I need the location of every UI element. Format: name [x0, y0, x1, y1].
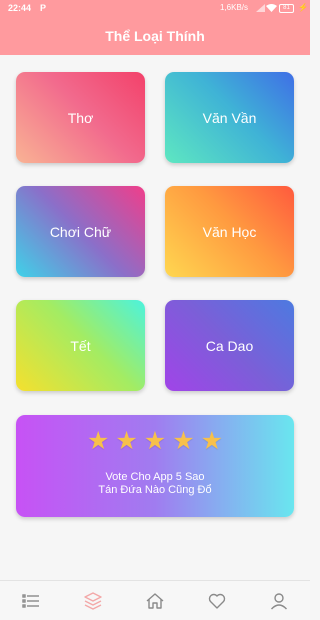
star-icon: ★ [115, 427, 138, 455]
category-tile-tet[interactable]: Tết [16, 300, 145, 391]
category-label: Ca Dao [205, 337, 254, 354]
category-tile-van-van[interactable]: Văn Vần [165, 72, 294, 163]
category-label: Thơ [67, 109, 94, 126]
category-tile-tho[interactable]: Thơ [16, 72, 145, 163]
nav-list[interactable] [0, 581, 62, 620]
bottom-nav [0, 580, 310, 620]
rate-app-text: Vote Cho App 5 Sao Tán Đứa Nào Cũng Đổ [16, 471, 294, 497]
category-label: Văn Học [202, 223, 257, 240]
status-time: 22:44 [8, 3, 32, 13]
carrier-icon: P [40, 3, 47, 13]
nav-favorites[interactable] [186, 581, 248, 620]
nav-home[interactable] [124, 581, 186, 620]
star-icon: ★ [172, 427, 195, 455]
page-title: Thể Loại Thính [105, 28, 205, 44]
list-icon [22, 594, 39, 608]
network-speed: 1,6KB/s [220, 3, 249, 12]
category-tile-choi-chu[interactable]: Chơi Chữ [16, 186, 145, 277]
rate-app-card[interactable]: ★ ★ ★ ★ ★ Vote Cho App 5 Sao Tán Đứa Nào Cũn… [16, 415, 294, 517]
nav-categories[interactable] [62, 581, 124, 620]
signal-icon [256, 4, 265, 14]
category-label: Chơi Chữ [49, 223, 112, 240]
star-icon: ★ [200, 427, 224, 455]
star-icon: ★ [86, 427, 110, 455]
heart-icon [208, 593, 226, 609]
rate-app-line2: Tán Đứa Nào Cũng Đổ [98, 484, 212, 496]
category-tile-van-hoc[interactable]: Văn Học [165, 186, 294, 277]
category-label: Tết [70, 337, 91, 354]
wifi-icon [266, 4, 277, 14]
star-icon: ★ [143, 427, 167, 455]
status-bar: 22:44 P 1,6KB/s 81 ⚡ [0, 0, 310, 18]
rating-stars: ★ ★ ★ ★ ★ [16, 429, 294, 454]
rate-app-line1: Vote Cho App 5 Sao [105, 471, 205, 483]
app-bar: Thể Loại Thính [0, 18, 310, 55]
home-icon [146, 593, 164, 609]
nav-profile[interactable] [248, 581, 310, 620]
layers-icon [84, 592, 102, 610]
category-label: Văn Vần [202, 109, 257, 126]
category-tile-ca-dao[interactable]: Ca Dao [165, 300, 294, 391]
battery-icon: 81 [279, 4, 294, 13]
charging-icon: ⚡ [298, 3, 308, 12]
user-icon [270, 593, 288, 610]
